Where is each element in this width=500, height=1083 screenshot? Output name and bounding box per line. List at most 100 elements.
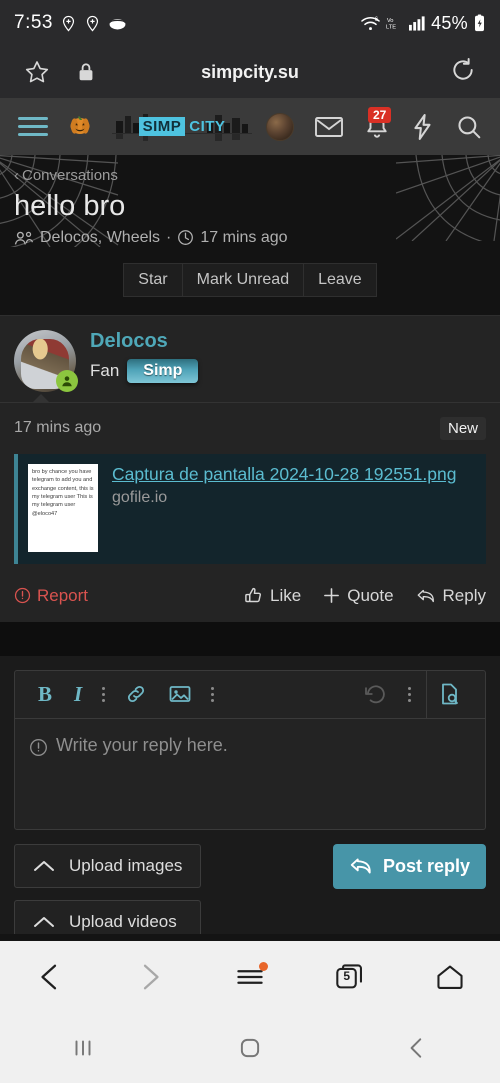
more-options-icon[interactable] xyxy=(202,686,223,702)
home-icon xyxy=(437,965,463,989)
site-logo[interactable]: SIMP CITY xyxy=(112,110,252,144)
like-button[interactable]: Like xyxy=(244,586,301,606)
reply-editor[interactable]: B I Write your reply here. xyxy=(14,669,486,830)
location-pin-add-icon xyxy=(60,15,77,32)
reload-button[interactable] xyxy=(450,57,476,88)
more-options-icon[interactable] xyxy=(93,686,114,702)
post-actions-right: Like Quote Reply xyxy=(244,586,486,606)
reply-editor-section: B I Write your reply here. Upload images… xyxy=(0,655,500,958)
android-navigation-bar xyxy=(0,1013,500,1083)
page-bottom-edge xyxy=(0,934,500,941)
link-title[interactable]: Captura de pantalla 2024-10-28 192551.pn… xyxy=(112,464,456,486)
like-label: Like xyxy=(270,585,302,605)
volte-icon: Vo LTE xyxy=(386,15,404,32)
leave-button[interactable]: Leave xyxy=(303,262,377,297)
chevron-left-icon[interactable]: ‹ xyxy=(14,167,19,184)
plus-icon xyxy=(323,587,340,604)
people-icon xyxy=(14,230,34,246)
post-container: Delocos Fan Simp 17 mins ago New bro by … xyxy=(0,314,500,622)
bold-button[interactable]: B xyxy=(27,682,63,707)
envelope-icon[interactable] xyxy=(315,116,343,138)
user-title: Fan xyxy=(90,360,120,380)
online-status-icon xyxy=(56,369,78,392)
clock-time: 7:53 xyxy=(14,12,53,33)
battery-percent: 45% xyxy=(431,12,468,33)
link-thumbnail: bro by chance you have telegram to add y… xyxy=(28,463,98,552)
recents-icon xyxy=(75,1040,91,1056)
browser-home-button[interactable] xyxy=(420,952,480,1002)
hamburger-icon[interactable] xyxy=(18,117,48,136)
italic-button[interactable]: I xyxy=(63,682,93,707)
mark-unread-button[interactable]: Mark Unread xyxy=(181,262,304,297)
upload-images-button[interactable]: Upload images xyxy=(14,843,202,888)
chevron-up-icon xyxy=(33,859,55,873)
lightning-bolt-icon[interactable] xyxy=(411,113,435,140)
post-time-row: 17 mins ago New xyxy=(0,403,500,448)
link-preview-card[interactable]: bro by chance you have telegram to add y… xyxy=(14,453,486,564)
reply-placeholder: Write your reply here. xyxy=(56,734,228,755)
pumpkin-icon[interactable] xyxy=(68,115,92,139)
breadcrumb-label[interactable]: Conversations xyxy=(22,167,118,184)
post-author-block: Delocos Fan Simp xyxy=(0,316,500,402)
image-icon[interactable] xyxy=(158,684,202,704)
post-reply-button[interactable]: Post reply xyxy=(332,843,486,889)
star-button[interactable]: Star xyxy=(123,262,182,297)
quote-button[interactable]: Quote xyxy=(323,585,394,606)
browser-forward-button[interactable] xyxy=(120,952,180,1002)
breadcrumb[interactable]: ‹ Conversations xyxy=(14,167,486,184)
undo-icon[interactable] xyxy=(353,683,399,705)
user-avatar[interactable] xyxy=(266,112,294,141)
warning-circle-icon xyxy=(29,738,48,757)
home-button[interactable] xyxy=(220,1023,280,1073)
reload-icon[interactable] xyxy=(450,57,476,83)
browser-back-button[interactable] xyxy=(20,952,80,1002)
link-preview-text: Captura de pantalla 2024-10-28 192551.pn… xyxy=(112,464,456,552)
svg-text:Vo: Vo xyxy=(387,17,394,23)
page-title: hello bro xyxy=(14,190,126,222)
alerts-count-badge: 27 xyxy=(368,106,392,123)
preview-document-icon[interactable] xyxy=(427,682,473,706)
upload-videos-label: Upload videos xyxy=(69,911,177,931)
warning-circle-icon xyxy=(14,587,31,604)
reply-textarea[interactable]: Write your reply here. xyxy=(15,719,485,829)
avatar[interactable] xyxy=(14,329,78,392)
reply-arrow-icon xyxy=(416,587,436,605)
url-bar-left-icons xyxy=(24,59,96,85)
browser-tabs-button[interactable]: 5 xyxy=(320,952,380,1002)
lock-icon[interactable] xyxy=(76,61,96,83)
post-divider xyxy=(0,393,500,403)
star-icon[interactable] xyxy=(24,59,50,85)
browser-url-bar[interactable]: simpcity.su xyxy=(0,46,500,98)
wifi-icon: 6 xyxy=(360,15,381,32)
editor-footer: Upload images Upload videos Post reply xyxy=(14,843,486,944)
thumbs-up-icon xyxy=(244,586,263,605)
back-chevron-icon xyxy=(410,1038,421,1058)
search-icon[interactable] xyxy=(456,114,482,140)
editor-toolbar-right xyxy=(353,670,473,719)
back-chevron-icon xyxy=(41,964,57,990)
post-reply-label: Post reply xyxy=(382,855,470,876)
location-pin-add-icon xyxy=(84,15,101,32)
recents-button[interactable] xyxy=(53,1023,113,1073)
browser-menu-button[interactable] xyxy=(220,952,280,1002)
new-badge: New xyxy=(439,416,486,440)
clock-icon xyxy=(177,229,194,246)
post-time[interactable]: 17 mins ago xyxy=(14,419,101,437)
svg-text:LTE: LTE xyxy=(386,24,396,30)
more-options-icon[interactable] xyxy=(399,686,420,702)
back-button[interactable] xyxy=(387,1023,447,1073)
editor-toolbar: B I xyxy=(15,670,485,719)
post-author-name[interactable]: Delocos xyxy=(90,330,198,353)
forum-nav-right: 27 xyxy=(266,106,482,141)
quote-label: Quote xyxy=(347,585,394,605)
reply-label: Reply xyxy=(442,585,486,605)
thread-meta: Delocos, Wheels · 17 mins ago xyxy=(14,229,486,247)
post-actions: Report Like Quote Reply xyxy=(0,578,500,622)
alerts-bell[interactable]: 27 xyxy=(364,106,392,140)
link-icon[interactable] xyxy=(114,683,158,705)
post-author-titles: Fan Simp xyxy=(90,358,199,383)
status-bar-left: 7:53 xyxy=(14,12,127,34)
reply-button[interactable]: Reply xyxy=(416,586,486,606)
report-button[interactable]: Report xyxy=(14,586,88,606)
tab-count-label: 5 xyxy=(343,969,350,983)
